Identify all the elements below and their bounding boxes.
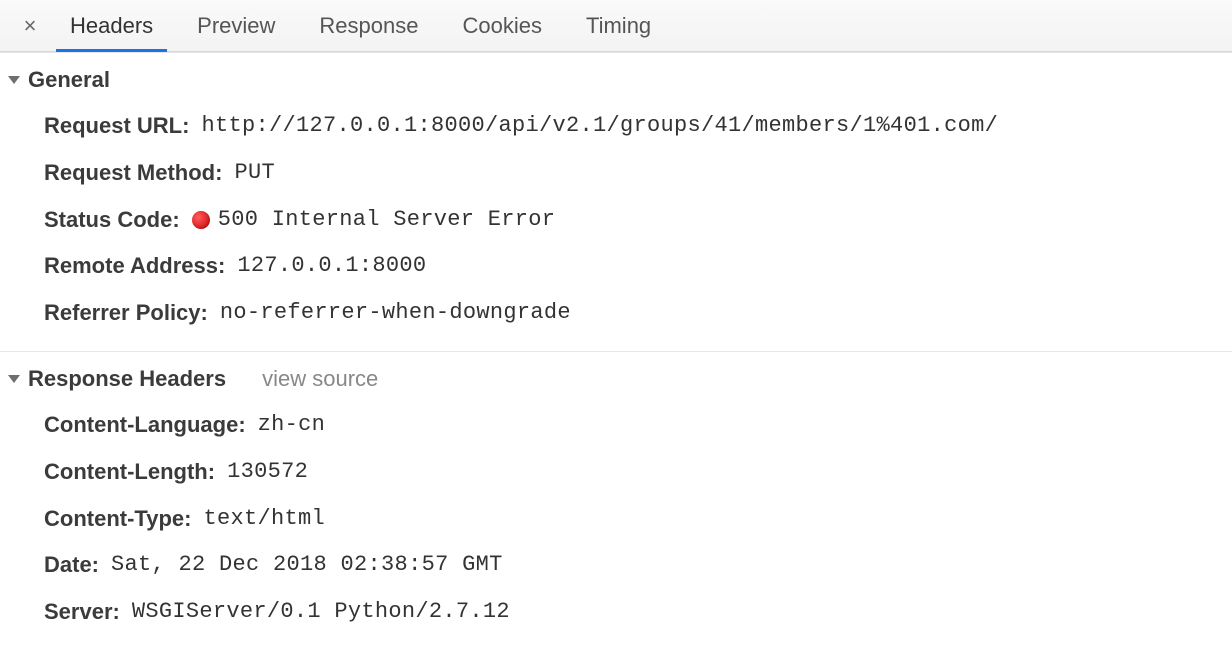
value-server: WSGIServer/0.1 Python/2.7.12 xyxy=(132,597,510,628)
chevron-down-icon xyxy=(8,375,20,383)
status-error-icon xyxy=(192,211,210,229)
row-content-type: Content-Type: text/html xyxy=(44,496,1232,543)
row-request-method: Request Method: PUT xyxy=(44,150,1232,197)
tab-cookies[interactable]: Cookies xyxy=(440,0,563,51)
value-request-url: http://127.0.0.1:8000/api/v2.1/groups/41… xyxy=(201,111,998,142)
row-referrer-policy: Referrer Policy: no-referrer-when-downgr… xyxy=(44,290,1232,337)
key-content-length: Content-Length: xyxy=(44,457,215,488)
section-header-general[interactable]: General xyxy=(0,53,1232,103)
row-request-url: Request URL: http://127.0.0.1:8000/api/v… xyxy=(44,103,1232,150)
key-remote-address: Remote Address: xyxy=(44,251,225,282)
row-remote-address: Remote Address: 127.0.0.1:8000 xyxy=(44,243,1232,290)
chevron-down-icon xyxy=(8,76,20,84)
key-referrer-policy: Referrer Policy: xyxy=(44,298,208,329)
value-date: Sat, 22 Dec 2018 02:38:57 GMT xyxy=(111,550,503,581)
value-content-language: zh-cn xyxy=(258,410,326,441)
tabs-bar: × Headers Preview Response Cookies Timin… xyxy=(0,0,1232,52)
section-title-response-headers: Response Headers xyxy=(28,366,226,392)
key-content-type: Content-Type: xyxy=(44,504,191,535)
key-status-code: Status Code: xyxy=(44,205,180,236)
key-request-method: Request Method: xyxy=(44,158,222,189)
section-title-general: General xyxy=(28,67,110,93)
section-response-headers: Response Headers view source Content-Lan… xyxy=(0,351,1232,650)
value-status-code: 500 Internal Server Error xyxy=(218,205,556,236)
row-server: Server: WSGIServer/0.1 Python/2.7.12 xyxy=(44,589,1232,636)
key-request-url: Request URL: xyxy=(44,111,189,142)
tab-response[interactable]: Response xyxy=(297,0,440,51)
value-remote-address: 127.0.0.1:8000 xyxy=(237,251,426,282)
value-referrer-policy: no-referrer-when-downgrade xyxy=(220,298,571,329)
row-date: Date: Sat, 22 Dec 2018 02:38:57 GMT xyxy=(44,542,1232,589)
section-general: General Request URL: http://127.0.0.1:80… xyxy=(0,52,1232,351)
key-server: Server: xyxy=(44,597,120,628)
tab-timing[interactable]: Timing xyxy=(564,0,673,51)
key-date: Date: xyxy=(44,550,99,581)
response-headers-list: Content-Language: zh-cn Content-Length: … xyxy=(0,402,1232,650)
value-request-method: PUT xyxy=(234,158,275,189)
section-header-response-headers[interactable]: Response Headers view source xyxy=(0,352,1232,402)
value-content-length: 130572 xyxy=(227,457,308,488)
general-list: Request URL: http://127.0.0.1:8000/api/v… xyxy=(0,103,1232,351)
tab-preview[interactable]: Preview xyxy=(175,0,297,51)
tab-headers[interactable]: Headers xyxy=(48,0,175,51)
view-source-link[interactable]: view source xyxy=(262,366,378,392)
close-icon[interactable]: × xyxy=(12,13,48,39)
row-content-length: Content-Length: 130572 xyxy=(44,449,1232,496)
key-content-language: Content-Language: xyxy=(44,410,246,441)
value-content-type: text/html xyxy=(203,504,325,535)
row-content-language: Content-Language: zh-cn xyxy=(44,402,1232,449)
row-status-code: Status Code: 500 Internal Server Error xyxy=(44,197,1232,244)
